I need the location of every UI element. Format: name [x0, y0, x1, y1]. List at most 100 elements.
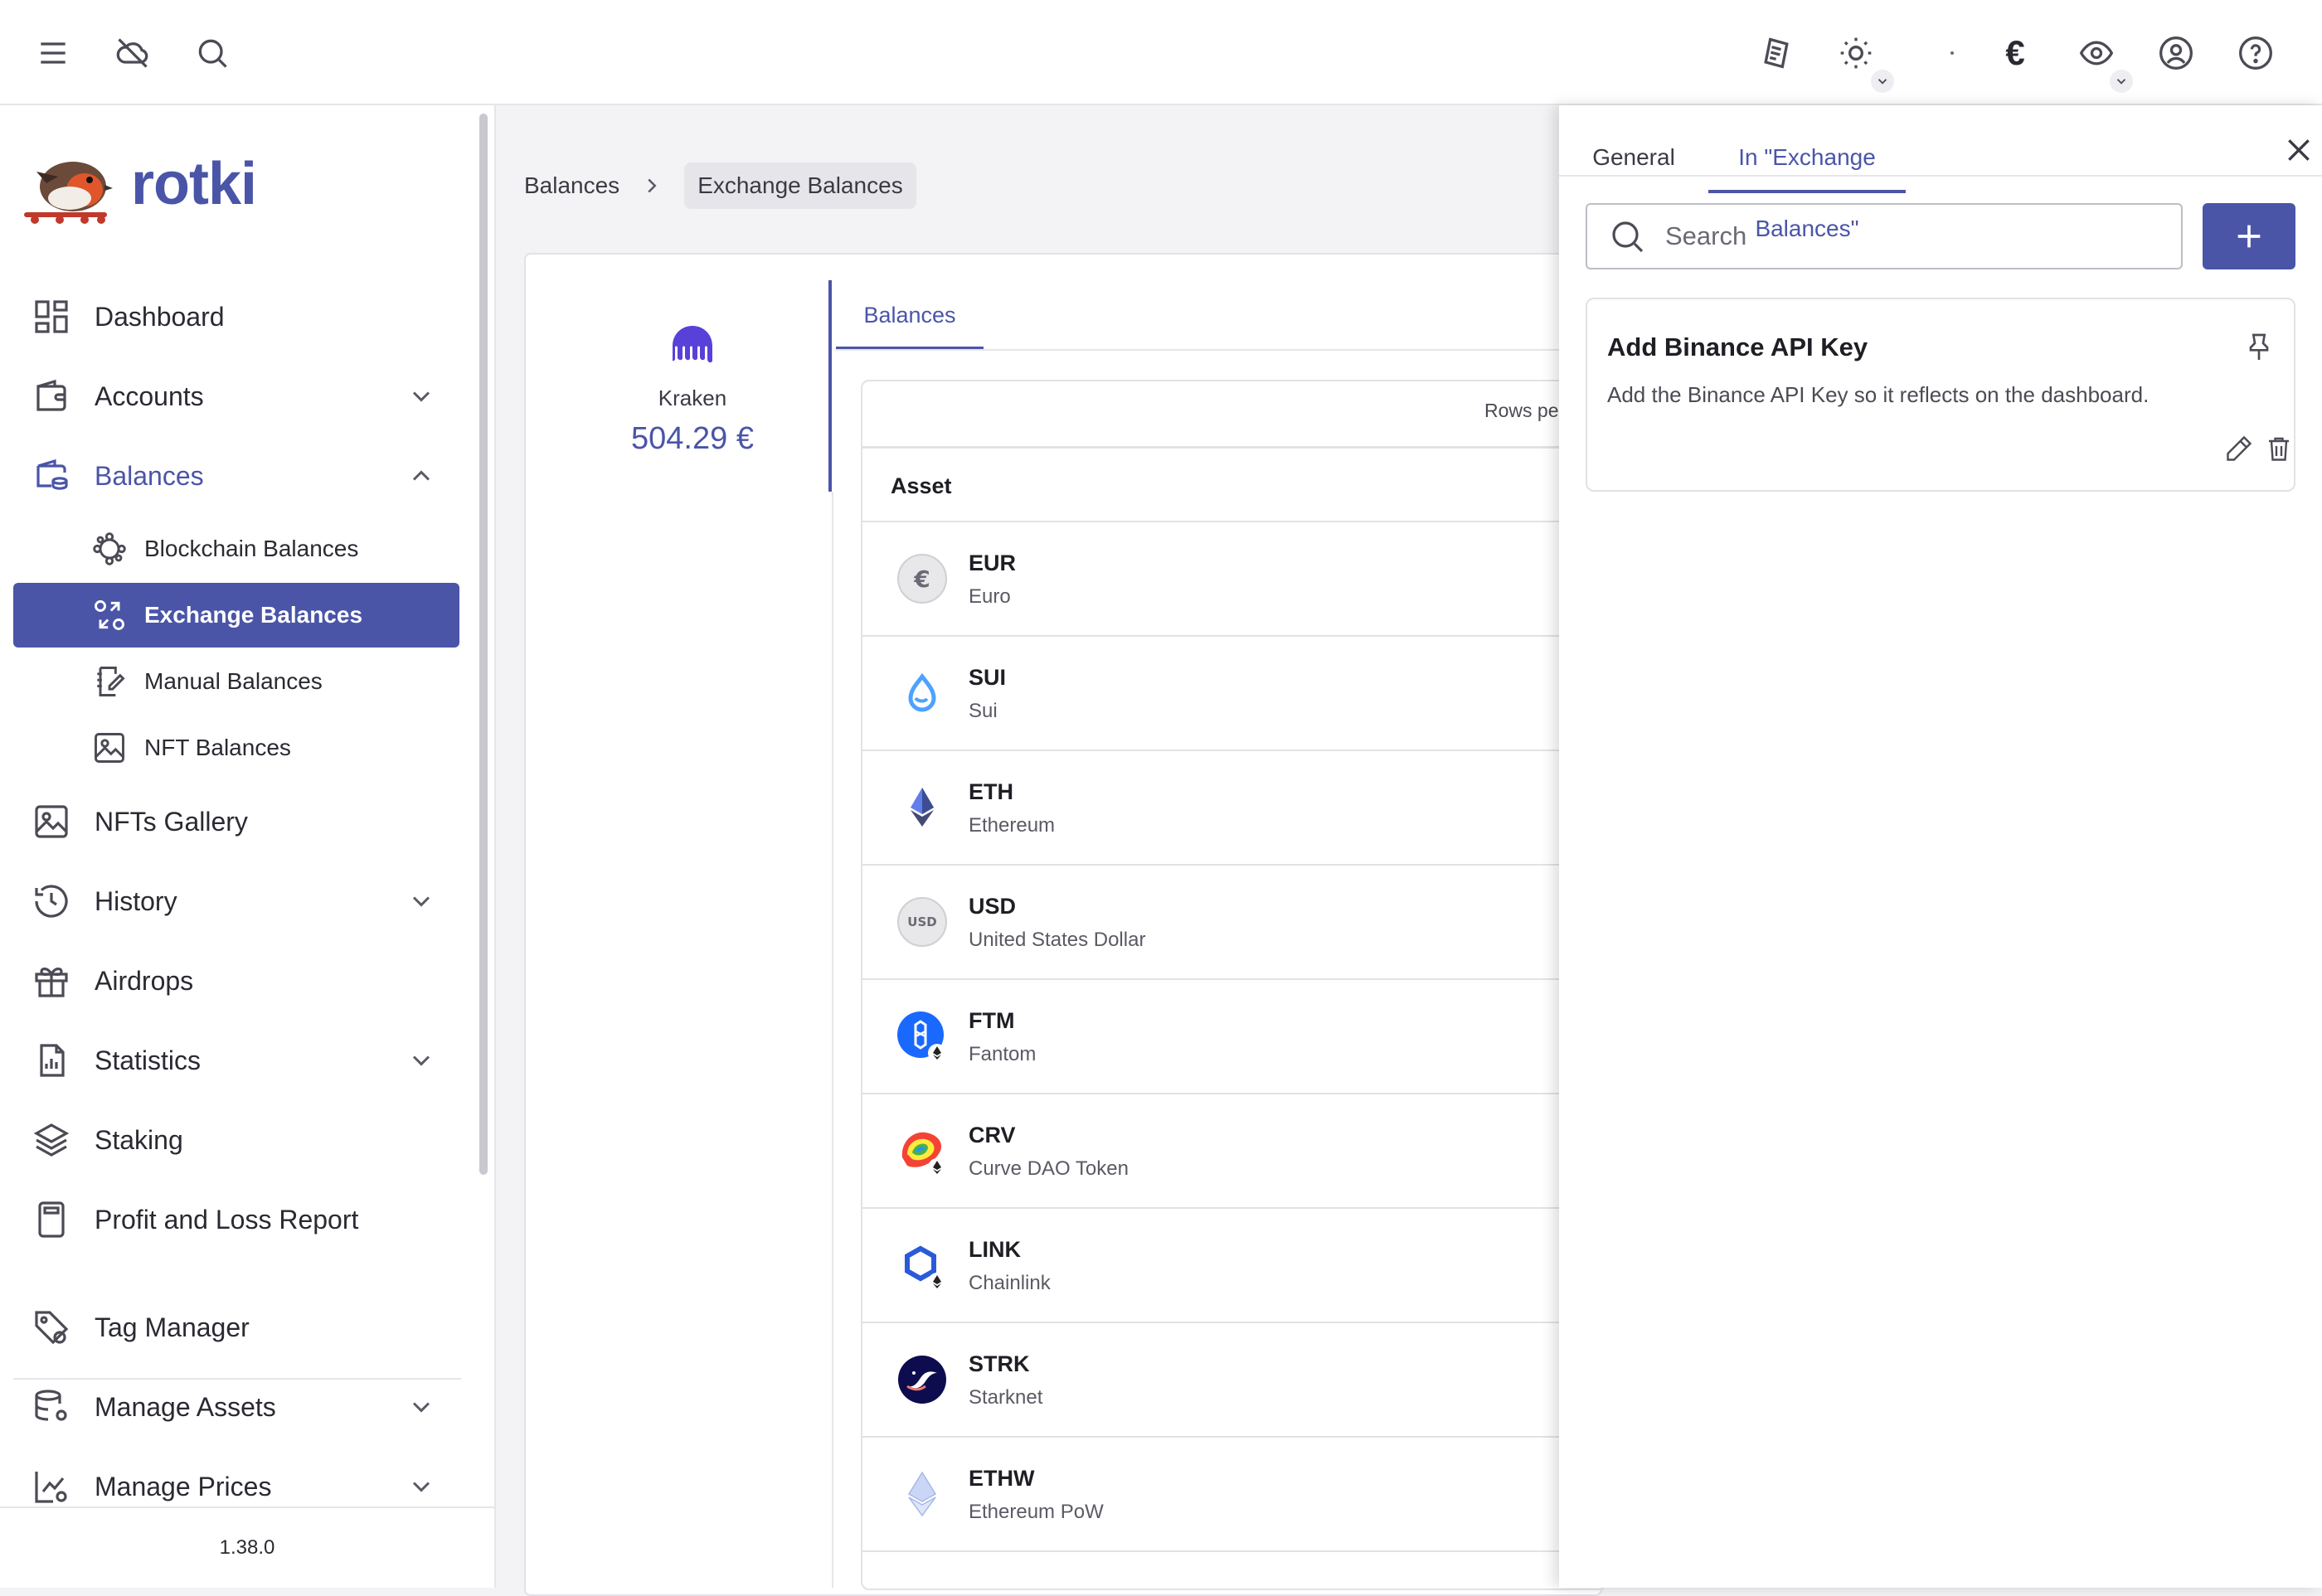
column-header-asset[interactable]: Asset	[891, 473, 952, 499]
asset-name: Chainlink	[969, 1272, 1051, 1294]
account-circle-icon[interactable]	[2150, 27, 2203, 80]
stack-icon	[32, 1120, 71, 1160]
sidebar-item-label: Staking	[95, 1124, 183, 1155]
dot-indicator	[1950, 51, 1954, 55]
sidebar-item-label: NFTs Gallery	[95, 806, 248, 837]
sidebar-item-airdrops[interactable]: Airdrops	[13, 948, 461, 1014]
image-icon	[91, 730, 128, 766]
asset-name: Ethereum PoW	[969, 1501, 1104, 1523]
kraken-logo-icon[interactable]	[668, 319, 717, 369]
table-row[interactable]: LINK Chainlink	[861, 1209, 1607, 1323]
sidebar-item-tag-manager[interactable]: Tag Manager	[13, 1294, 461, 1361]
sidebar-item-staking[interactable]: Staking	[13, 1107, 461, 1173]
notes-panel: General In "Exchange Balances" Add Binan…	[1559, 105, 2322, 1588]
euro-coin-icon: €	[896, 552, 949, 605]
sidebar-item-manage-assets[interactable]: Manage Assets	[13, 1374, 461, 1440]
sidebar-item-exchange-balances[interactable]: Exchange Balances	[13, 583, 459, 648]
top-app-bar: €	[0, 0, 2322, 105]
table-row[interactable]: ETH Ethereum	[861, 751, 1607, 866]
sidebar-item-label: NFT Balances	[144, 735, 291, 760]
asset-symbol: USD	[969, 894, 1017, 919]
asset-name: Curve DAO Token	[969, 1157, 1129, 1180]
chevron-down-icon[interactable]	[406, 1392, 436, 1422]
sidebar-item-label: Manual Balances	[144, 668, 323, 694]
note-card[interactable]: Add Binance API Key Add the Binance API …	[1586, 298, 2295, 492]
chevron-right-icon	[639, 173, 664, 198]
menu-icon[interactable]	[27, 27, 80, 80]
balances-icon	[32, 456, 71, 496]
sidebar-item-history[interactable]: History	[13, 868, 461, 934]
sidebar-item-label: Statistics	[95, 1045, 202, 1075]
tab-general[interactable]: General	[1559, 122, 1708, 193]
tab-in-exchange-balances[interactable]: In "Exchange Balances"	[1708, 122, 1906, 241]
table-row[interactable]: FTM Fantom	[861, 980, 1607, 1094]
asset-symbol: EUR	[969, 551, 1017, 575]
pin-icon[interactable]	[2242, 331, 2276, 364]
sidebar-item-statistics[interactable]: Statistics	[13, 1027, 461, 1094]
note-title: Add Binance API Key	[1607, 332, 1868, 361]
sidebar-item-accounts[interactable]: Accounts	[13, 363, 461, 429]
edit-icon[interactable]	[2224, 434, 2254, 463]
asset-symbol: CRV	[969, 1123, 1016, 1147]
asset-name: Fantom	[969, 1043, 1037, 1065]
search-icon[interactable]	[186, 27, 239, 80]
chainlink-icon	[896, 1239, 949, 1292]
rows-per-page-label: Rows pe	[1484, 400, 1559, 421]
asset-symbol: FTM	[969, 1008, 1015, 1033]
chevron-down-icon[interactable]	[406, 381, 436, 411]
theme-chevron-icon[interactable]	[1871, 70, 1894, 93]
sidebar-item-nfts-gallery[interactable]: NFTs Gallery	[13, 788, 461, 855]
sidebar-item-profit-loss-report[interactable]: Profit and Loss Report	[13, 1186, 461, 1253]
divider	[1559, 175, 2322, 177]
breadcrumb-current: Exchange Balances	[684, 163, 916, 209]
chevron-down-icon[interactable]	[406, 886, 436, 916]
table-row[interactable]: ETHW Ethereum PoW	[861, 1438, 1607, 1552]
asset-name: Euro	[969, 585, 1011, 608]
currency-symbol: €	[2005, 33, 2025, 72]
close-icon[interactable]	[2272, 124, 2322, 177]
asset-symbol: ETHW	[969, 1466, 1035, 1491]
help-icon[interactable]	[2229, 27, 2282, 80]
tab-balances[interactable]: Balances	[836, 298, 984, 350]
cloud-off-icon[interactable]	[106, 27, 159, 80]
sidebar-item-nft-balances[interactable]: NFT Balances	[13, 716, 459, 780]
asset-symbol: STRK	[969, 1351, 1030, 1376]
privacy-chevron-icon[interactable]	[2110, 70, 2133, 93]
breadcrumb-parent[interactable]: Balances	[524, 172, 619, 199]
asset-symbol: SUI	[969, 665, 1007, 690]
add-note-button[interactable]	[2203, 203, 2295, 269]
notes-search-field[interactable]	[1586, 203, 2183, 269]
asset-name: Starknet	[969, 1386, 1043, 1409]
ethereum-pow-icon	[896, 1467, 949, 1521]
starknet-icon	[896, 1353, 949, 1406]
table-row[interactable]: CRV Curve DAO Token	[861, 1094, 1607, 1209]
sidebar-item-label: Balances	[95, 460, 204, 491]
table-row[interactable]: USD USD United States Dollar	[861, 866, 1607, 980]
sidebar-item-balances[interactable]: Balances	[13, 443, 461, 509]
sidebar-item-dashboard[interactable]: Dashboard	[13, 284, 461, 350]
table-row[interactable]: STRK Starknet	[861, 1323, 1607, 1438]
sidebar-item-label: Accounts	[95, 381, 204, 411]
chevron-up-icon[interactable]	[406, 461, 436, 491]
brand-name: rotki	[131, 151, 257, 217]
chevron-down-icon[interactable]	[406, 1045, 436, 1075]
sidebar-item-label: Airdrops	[95, 965, 194, 996]
sidebar-item-blockchain-balances[interactable]: Blockchain Balances	[13, 517, 459, 581]
delete-icon[interactable]	[2264, 434, 2294, 463]
sidebar-scrollbar[interactable]	[479, 114, 488, 1175]
note-body: Add the Binance API Key so it reflects o…	[1607, 382, 2150, 407]
notes-search-input[interactable]	[1665, 221, 2130, 251]
table-row[interactable]: SUI Sui	[861, 637, 1607, 751]
sidebar-item-label: Profit and Loss Report	[95, 1204, 359, 1235]
app-version: 1.38.0	[0, 1506, 494, 1588]
report-chart-icon	[32, 1041, 71, 1080]
sidebar-item-manual-balances[interactable]: Manual Balances	[13, 649, 459, 714]
asset-symbol: LINK	[969, 1237, 1021, 1262]
euro-icon[interactable]: €	[1989, 27, 2042, 80]
fantom-icon	[896, 1010, 949, 1063]
notes-icon[interactable]	[1750, 27, 1803, 80]
table-row[interactable]: € EUR Euro	[861, 522, 1607, 637]
sidebar-item-label: Blockchain Balances	[144, 536, 359, 561]
sidebar-item-label: Tag Manager	[95, 1312, 250, 1342]
chevron-down-icon[interactable]	[406, 1472, 436, 1501]
